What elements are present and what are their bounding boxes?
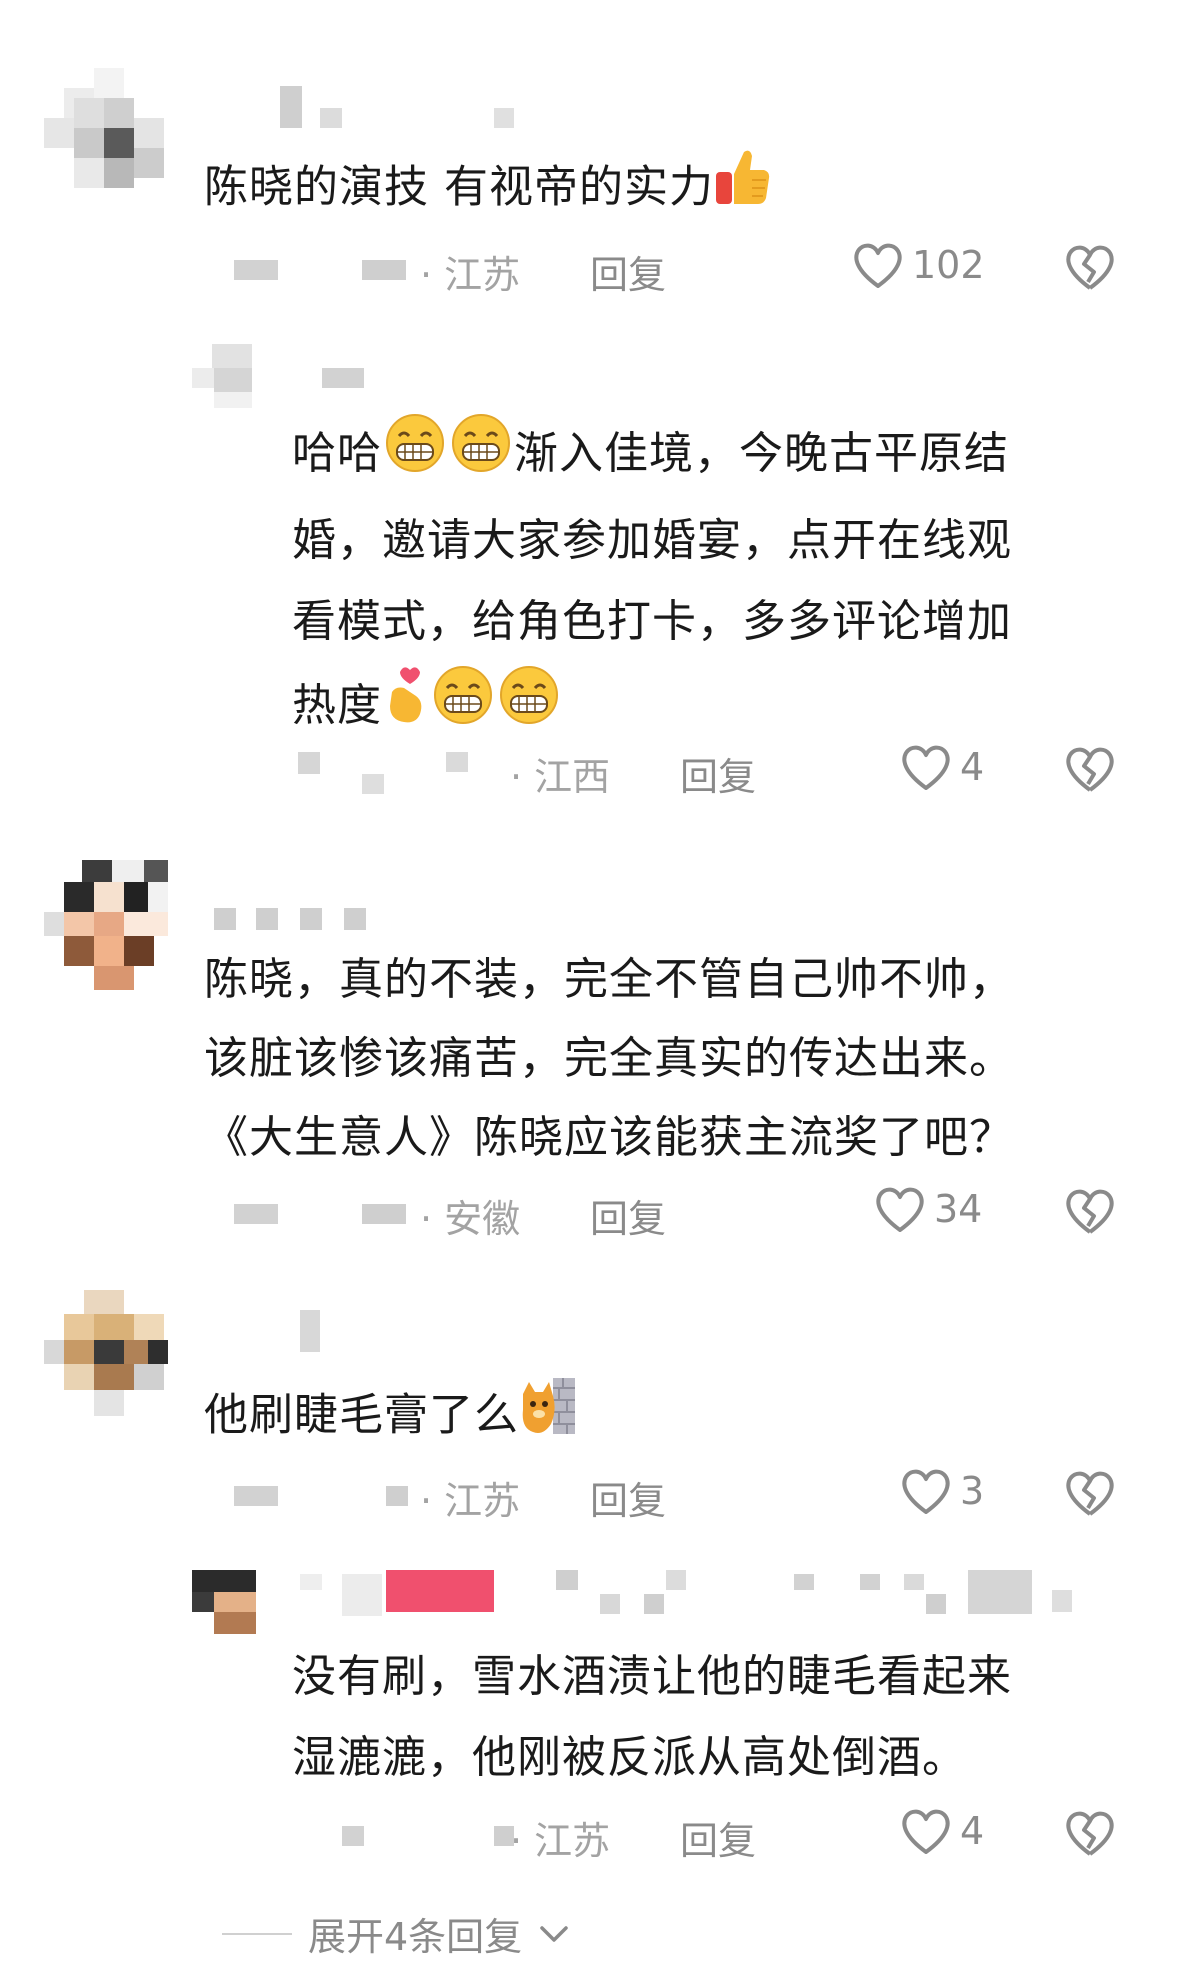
time-blur bbox=[446, 752, 468, 772]
dislike-button[interactable] bbox=[1064, 1808, 1116, 1862]
reply-location: · 江西 bbox=[510, 755, 611, 799]
dislike-button[interactable] bbox=[1064, 744, 1116, 798]
avatar[interactable] bbox=[192, 344, 256, 408]
like-button[interactable]: 4 bbox=[900, 742, 984, 792]
broken-heart-icon bbox=[1066, 245, 1114, 290]
username-blur bbox=[600, 1594, 620, 1614]
username-blur[interactable] bbox=[300, 1310, 320, 1352]
comment-text: 他刷睫毛膏了么 bbox=[204, 1374, 577, 1461]
username-blur[interactable] bbox=[300, 1574, 322, 1590]
username-blur bbox=[926, 1594, 946, 1614]
time-blur bbox=[362, 774, 384, 794]
reply-button[interactable]: 回复 bbox=[590, 244, 666, 299]
reply-button[interactable]: 回复 bbox=[680, 746, 756, 801]
broken-heart-icon bbox=[1066, 1189, 1114, 1234]
broken-heart-icon bbox=[1066, 747, 1114, 792]
username-blur bbox=[556, 1570, 578, 1590]
username-blur bbox=[1052, 1590, 1072, 1612]
finger-heart-icon bbox=[382, 662, 430, 754]
grin-emoji-icon bbox=[430, 664, 496, 752]
time-blur bbox=[386, 1486, 408, 1506]
username-blur[interactable] bbox=[280, 86, 302, 128]
username-blur bbox=[644, 1594, 664, 1614]
username-blur[interactable] bbox=[214, 908, 236, 930]
heart-icon bbox=[902, 745, 950, 790]
heart-icon bbox=[902, 1809, 950, 1854]
time-blur bbox=[342, 1826, 364, 1846]
time-blur bbox=[362, 1204, 406, 1224]
divider-line bbox=[222, 1932, 292, 1935]
heart-icon bbox=[902, 1469, 950, 1514]
thumbs-up-icon bbox=[714, 146, 772, 233]
comment-location: · 安徽 bbox=[420, 1197, 521, 1241]
like-button[interactable]: 3 bbox=[900, 1466, 984, 1516]
dislike-button[interactable] bbox=[1064, 1186, 1116, 1240]
reply-location: · 江苏 bbox=[510, 1819, 611, 1863]
time-blur bbox=[362, 260, 406, 280]
like-count: 3 bbox=[960, 1469, 985, 1513]
comment-location: · 江苏 bbox=[420, 1479, 521, 1523]
username-blur bbox=[300, 908, 322, 930]
reply-button[interactable]: 回复 bbox=[590, 1470, 666, 1525]
like-count: 102 bbox=[912, 243, 985, 287]
like-button[interactable]: 102 bbox=[852, 240, 985, 290]
avatar[interactable] bbox=[192, 1570, 256, 1634]
avatar[interactable] bbox=[44, 68, 168, 192]
username-blur[interactable] bbox=[322, 368, 364, 388]
broken-heart-icon bbox=[1066, 1811, 1114, 1856]
time-blur bbox=[234, 1204, 278, 1224]
grin-emoji-icon bbox=[448, 412, 514, 500]
heart-icon bbox=[854, 243, 902, 288]
username-blur bbox=[494, 108, 514, 128]
comment-text: 陈晓，真的不装，完全不管自己帅不帅， 该脏该惨该痛苦，完全真实的传达出来。 《大… bbox=[204, 954, 1014, 1163]
heart-icon bbox=[876, 1187, 924, 1232]
reply-button[interactable]: 回复 bbox=[590, 1188, 666, 1243]
username-blur bbox=[860, 1574, 880, 1590]
like-count: 4 bbox=[960, 1809, 985, 1853]
broken-heart-icon bbox=[1066, 1471, 1114, 1516]
comment-location: · 江苏 bbox=[420, 253, 521, 297]
username-blur bbox=[666, 1570, 686, 1590]
chevron-down-icon bbox=[540, 1925, 568, 1942]
username-blur bbox=[342, 1574, 382, 1616]
time-blur bbox=[298, 752, 320, 774]
time-blur bbox=[234, 260, 278, 280]
username-blur bbox=[904, 1574, 924, 1590]
like-button[interactable]: 4 bbox=[900, 1806, 984, 1856]
like-button[interactable]: 34 bbox=[874, 1184, 982, 1234]
like-count: 4 bbox=[960, 745, 985, 789]
username-blur bbox=[968, 1570, 1032, 1614]
reply-text: 没有刷，雪水酒渍让他的睫毛看起来 湿漉漉，他刚被反派从高处倒酒。 bbox=[292, 1651, 1012, 1783]
like-count: 34 bbox=[934, 1187, 983, 1231]
author-badge-blur bbox=[386, 1570, 494, 1612]
time-blur bbox=[234, 1486, 278, 1506]
username-blur bbox=[320, 108, 342, 128]
reply-button[interactable]: 回复 bbox=[680, 1810, 756, 1865]
grin-emoji-icon bbox=[496, 664, 562, 752]
avatar[interactable] bbox=[44, 860, 168, 990]
username-blur bbox=[256, 908, 278, 930]
avatar[interactable] bbox=[44, 1290, 168, 1420]
grin-emoji-icon bbox=[382, 412, 448, 500]
username-blur bbox=[794, 1574, 814, 1590]
dislike-button[interactable] bbox=[1064, 1468, 1116, 1522]
comment-text: 陈晓的演技 有视帝的实力 bbox=[204, 146, 772, 233]
dislike-button[interactable] bbox=[1064, 242, 1116, 296]
cat-wall-icon bbox=[519, 1374, 577, 1461]
username-blur bbox=[344, 908, 366, 930]
reply-text: 哈哈 渐入佳境，今晚古平原结 婚，邀请大家参加婚宴，点开在线观 看模式，给角色打卡… bbox=[292, 412, 1112, 754]
